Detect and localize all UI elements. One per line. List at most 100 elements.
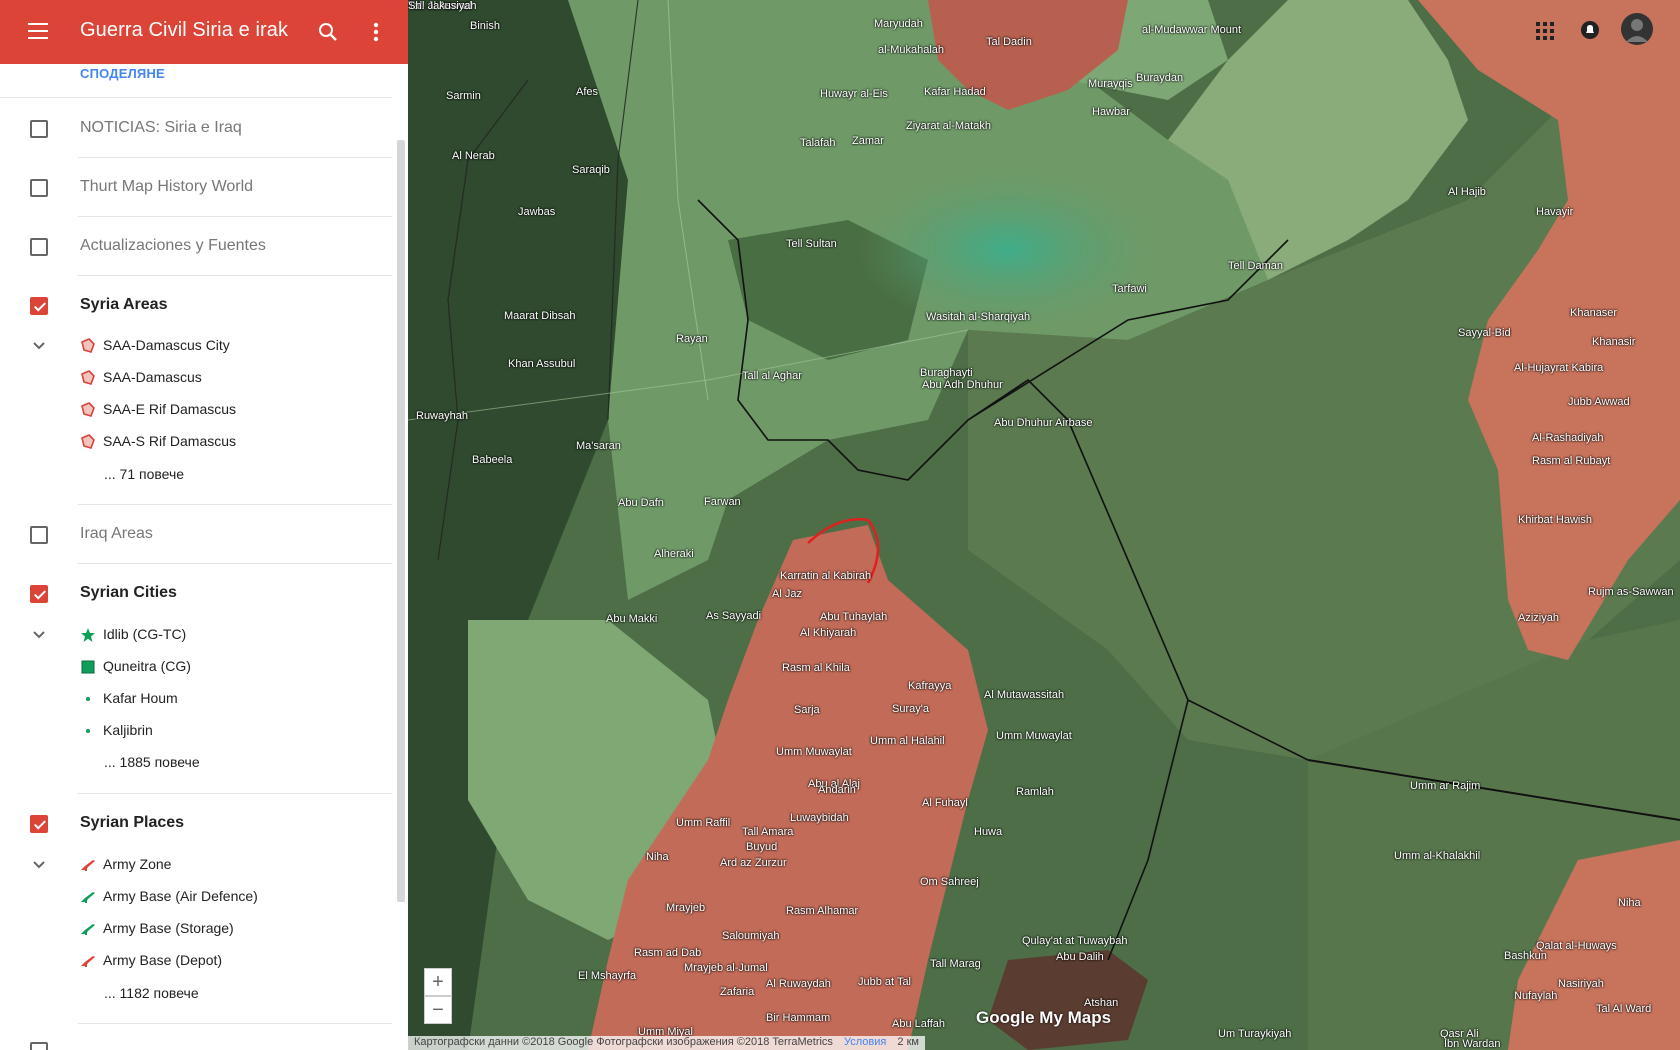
place-label[interactable]: Ramlah xyxy=(1016,786,1054,798)
place-label[interactable]: Mrayjeb al-Jumal xyxy=(684,962,768,974)
place-label[interactable]: Umm al-Khalakhil xyxy=(1394,850,1480,862)
place-label[interactable]: Al-Hujayrat Kabira xyxy=(1514,362,1603,374)
place-label[interactable]: al-Mukahalah xyxy=(878,44,944,56)
place-label[interactable]: Nufaylah xyxy=(1514,990,1557,1002)
avatar[interactable] xyxy=(1620,12,1654,46)
place-label[interactable]: Khanasir xyxy=(1592,336,1635,348)
place-label[interactable]: Abu Makki xyxy=(606,613,657,625)
layer-checkbox-checked[interactable] xyxy=(30,585,48,603)
place-label[interactable]: Abu Adh Dhuhur xyxy=(922,379,1003,391)
place-label[interactable]: Umm ar Rajim xyxy=(1410,780,1480,792)
place-label[interactable]: Ibn Wardan xyxy=(1444,1038,1500,1050)
place-label[interactable]: Huwa xyxy=(974,826,1002,838)
place-label[interactable]: Maarat Dibsah xyxy=(504,310,576,322)
place-label[interactable]: Kafrayya xyxy=(908,680,951,692)
place-label[interactable]: As Sayyadi xyxy=(706,610,761,622)
place-label[interactable]: Niha xyxy=(646,851,669,863)
layer-name[interactable]: Syrian Places xyxy=(80,814,184,832)
place-label[interactable]: Binish xyxy=(470,20,500,32)
place-label[interactable]: Umm Muwaylat xyxy=(996,730,1072,742)
place-label[interactable]: Rasm ad Dab xyxy=(634,947,701,959)
place-label[interactable]: Abu Dafn xyxy=(618,497,664,509)
place-label[interactable]: Tall Amara xyxy=(742,826,793,838)
layer-name[interactable]: Iraq Areas xyxy=(80,525,153,543)
layer-name[interactable]: Syria Areas xyxy=(80,296,167,314)
place-label[interactable]: Qalat al-Huways xyxy=(1536,940,1617,952)
place-label[interactable]: Tal Dadin xyxy=(986,36,1032,48)
more-options-icon[interactable] xyxy=(364,18,388,46)
place-label[interactable]: Ruwayhah xyxy=(416,410,468,422)
layer-name[interactable]: Syrian Cities xyxy=(80,584,177,602)
place-label[interactable]: Khan Assubul xyxy=(508,358,575,370)
place-label[interactable]: Rujm as-Sawwan xyxy=(1588,586,1674,598)
show-more-link[interactable]: ... 1182 повече xyxy=(104,985,199,1001)
place-label[interactable]: Afes xyxy=(576,86,598,98)
place-label[interactable]: Abu Tuhaylah xyxy=(820,611,887,623)
place-label[interactable]: Nasiriyah xyxy=(1558,978,1604,990)
place-label[interactable]: Al-Rashadiyah xyxy=(1532,432,1604,444)
place-label[interactable]: Al Khiyarah xyxy=(800,627,856,639)
place-label[interactable]: Al Mutawassitah xyxy=(984,689,1064,701)
place-label[interactable]: Al Jaz xyxy=(772,588,802,600)
place-label[interactable]: Um Turaykiyah xyxy=(1218,1028,1291,1040)
place-label[interactable]: Al Fuhayl xyxy=(922,797,968,809)
place-label[interactable]: Saraqib xyxy=(572,164,610,176)
place-label[interactable]: Havayir xyxy=(1536,206,1573,218)
place-label[interactable]: Zamar xyxy=(852,135,884,147)
layer-checkbox-checked[interactable] xyxy=(30,297,48,315)
layer-checkbox[interactable] xyxy=(30,1042,48,1050)
share-button[interactable]: СПОДЕЛЯНЕ xyxy=(80,66,165,81)
place-label[interactable]: Buyud xyxy=(746,841,777,853)
place-label[interactable]: Talafah xyxy=(800,137,835,149)
place-label[interactable]: Umm Raffil xyxy=(676,817,730,829)
place-label[interactable]: Jawbas xyxy=(518,206,555,218)
show-more-link[interactable]: ... 1885 повече xyxy=(104,754,200,770)
place-label[interactable]: Rayan xyxy=(676,333,708,345)
place-label[interactable]: Maryudah xyxy=(874,18,923,30)
place-label[interactable]: Kafar Hadad xyxy=(924,86,986,98)
place-label[interactable]: Umm Muwaylat xyxy=(776,746,852,758)
place-label[interactable]: Luwaybidah xyxy=(790,812,849,824)
place-label[interactable]: Jubb at Tal xyxy=(858,976,911,988)
place-label[interactable]: Tall Marag xyxy=(930,958,981,970)
place-label[interactable]: Sarmin xyxy=(446,90,481,102)
place-label[interactable]: Bir Hammam xyxy=(766,1012,830,1024)
menu-icon[interactable] xyxy=(24,18,52,46)
place-label[interactable]: Tall al Aghar xyxy=(742,370,802,382)
place-label[interactable]: Abu Dalih xyxy=(1056,951,1104,963)
place-label[interactable]: Jubb Awwad xyxy=(1568,396,1630,408)
place-label[interactable]: Sayyal-Bid xyxy=(1458,327,1511,339)
place-label[interactable]: Om Sahreej xyxy=(920,876,979,888)
sidebar-scrollbar[interactable] xyxy=(397,140,405,902)
show-more-link[interactable]: ... 71 повече xyxy=(104,466,184,482)
place-label[interactable]: Aziziyah xyxy=(1518,612,1559,624)
place-label[interactable]: Farwan xyxy=(704,496,741,508)
place-label[interactable]: Sh. Jakusiyah xyxy=(408,0,476,12)
place-label[interactable]: Saloumiyah xyxy=(722,930,779,942)
apps-grid-icon[interactable] xyxy=(1536,22,1554,40)
place-label[interactable]: Rasm al Rubayt xyxy=(1532,455,1610,467)
layer-checkbox-checked[interactable] xyxy=(30,815,48,833)
place-label[interactable]: Zafaria xyxy=(720,986,754,998)
place-label[interactable]: Wasitah al-Sharqiyah xyxy=(926,311,1030,323)
notifications-icon[interactable] xyxy=(1580,20,1600,40)
zoom-out-button[interactable]: − xyxy=(424,996,452,1024)
place-label[interactable]: Al Ruwaydah xyxy=(766,978,831,990)
place-label[interactable]: Hawbar xyxy=(1092,106,1130,118)
place-label[interactable]: Al Hajib xyxy=(1448,186,1486,198)
place-label[interactable]: Buraghayti xyxy=(920,367,973,379)
place-label[interactable]: Niha xyxy=(1618,897,1641,909)
search-icon[interactable] xyxy=(316,20,340,44)
layer-name[interactable]: Actualizaciones y Fuentes xyxy=(80,237,266,255)
layer-checkbox[interactable] xyxy=(30,179,48,197)
place-label[interactable]: Khanaser xyxy=(1570,307,1617,319)
place-label[interactable]: Tell Sultan xyxy=(786,238,837,250)
zoom-in-button[interactable]: + xyxy=(424,968,452,996)
place-label[interactable]: Andarin xyxy=(818,784,856,796)
layer-name[interactable]: NOTICIAS: Siria e Iraq xyxy=(80,119,242,137)
place-label[interactable]: Buraydan xyxy=(1136,72,1183,84)
place-label[interactable]: Tarfawi xyxy=(1112,283,1147,295)
layer-checkbox[interactable] xyxy=(30,238,48,256)
chevron-down-icon[interactable] xyxy=(32,630,46,640)
place-label[interactable]: Abu Dhuhur Airbase xyxy=(994,417,1092,429)
